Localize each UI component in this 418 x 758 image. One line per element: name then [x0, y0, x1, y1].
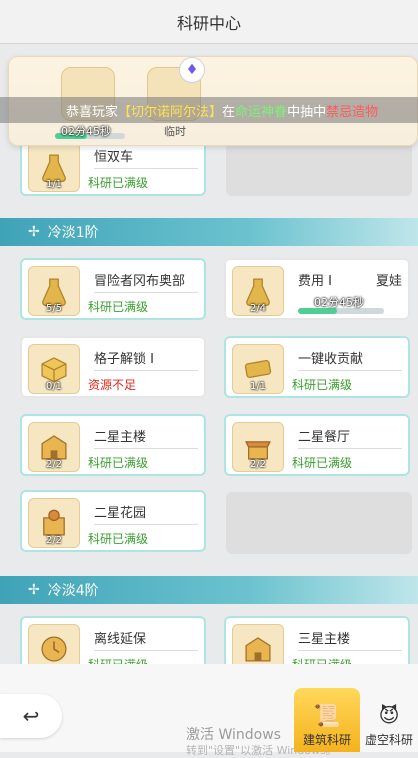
research-card[interactable]: 2/4 费用 I 夏娃 02分45秒	[224, 258, 410, 320]
card-count: 1/1	[249, 381, 267, 392]
popup-timer: 02分45秒	[61, 125, 111, 138]
section-title: 冷淡1阶	[47, 225, 99, 241]
card-name: 费用 I 夏娃	[298, 270, 402, 292]
card-status: 科研已满级	[88, 300, 149, 314]
page-title: 科研中心	[176, 13, 241, 33]
ticker-text: 中抽中	[287, 104, 327, 120]
card-status: 科研已满级	[88, 532, 149, 546]
card-name: 二星主楼	[94, 426, 198, 449]
card-count: 2/2	[45, 535, 63, 546]
card-status: 科研已满级	[88, 456, 149, 470]
card-count: 1/1	[45, 179, 63, 190]
card-count: 2/2	[45, 459, 63, 470]
card-name: 二星花园	[94, 502, 198, 525]
section-header: ✢ 冷淡1阶	[0, 218, 418, 246]
card-count: 0/1	[45, 381, 63, 392]
card-name: 离线延保	[94, 628, 198, 651]
ticker-text: 在	[222, 104, 236, 120]
research-card[interactable]: 2/2 二星主楼 科研已满级	[20, 414, 206, 476]
card-status: 科研已满级	[88, 656, 148, 664]
empty-slot	[226, 492, 412, 554]
tab-label: 建筑科研	[302, 733, 351, 747]
card-count: 2/2	[249, 459, 267, 470]
magic-flame-icon: ♦	[179, 57, 205, 83]
research-card[interactable]: 5/5 冒险者冈布奥部 科研已满级	[20, 258, 206, 320]
research-card[interactable]: 三星主楼 科研已满级	[224, 616, 410, 664]
tab-void-research[interactable]: 😈 虚空科研	[360, 688, 418, 752]
card-name: 一键收贡献	[298, 348, 402, 371]
research-card[interactable]: 1/1 一键收贡献 科研已满级	[224, 336, 410, 398]
popup-item-label: 临时	[164, 125, 186, 138]
research-card[interactable]: 离线延保 科研已满级	[20, 616, 206, 664]
title-bar: 科研中心	[0, 0, 418, 44]
card-status: 科研已满级	[292, 656, 352, 664]
section-header: ✢ 冷淡4阶	[0, 576, 418, 604]
card-name: 恒双车	[94, 146, 198, 169]
ticker-event-name: 命运神眷	[235, 104, 288, 120]
tab-building-research[interactable]: 📜 建筑科研	[294, 688, 360, 752]
card-count: 2/4	[249, 303, 267, 314]
research-card[interactable]: 2/2 二星餐厅 科研已满级	[224, 414, 410, 476]
card-count: 5/5	[45, 303, 63, 314]
card-status: 资源不足	[88, 378, 137, 392]
windows-watermark: 激活 Windows	[186, 727, 281, 743]
card-name-main: 费用 I	[298, 274, 332, 289]
ticker-text: 恭喜玩家	[66, 104, 119, 120]
back-arrow-icon: ↩	[22, 704, 40, 728]
card-name: 三星主楼	[298, 628, 402, 651]
tab-label: 虚空科研	[364, 733, 413, 747]
flourish-icon: ✢	[28, 582, 40, 598]
flourish-icon: ✢	[28, 224, 40, 240]
scroll-icon: 📜	[313, 704, 341, 729]
research-card[interactable]: 0/1 格子解锁 I 资源不足	[20, 336, 206, 398]
research-timer: 02分45秒	[314, 296, 364, 309]
card-name: 二星餐厅	[298, 426, 402, 449]
announcement-ticker: 恭喜玩家 【切尔诺阿尔法】 在 命运神眷 中抽中 禁忌造物	[0, 97, 418, 123]
demon-icon: 😈	[378, 703, 400, 727]
card-status: 科研已满级	[292, 378, 353, 392]
card-name-secondary: 夏娃	[375, 274, 402, 289]
ticker-player-name: 【切尔诺阿尔法】	[118, 104, 223, 120]
research-card[interactable]: 2/2 二星花园 科研已满级	[20, 490, 206, 552]
card-status: 科研已满级	[292, 456, 353, 470]
card-name: 格子解锁 I	[94, 348, 198, 371]
section-title: 冷淡4阶	[47, 583, 99, 599]
clock-icon	[28, 624, 80, 664]
card-status: 科研已满级	[88, 176, 149, 190]
ticker-item-name: 禁忌造物	[326, 104, 379, 120]
building-icon	[232, 624, 284, 664]
back-button[interactable]: ↩	[0, 694, 62, 738]
card-name: 冒险者冈布奥部	[94, 270, 198, 293]
